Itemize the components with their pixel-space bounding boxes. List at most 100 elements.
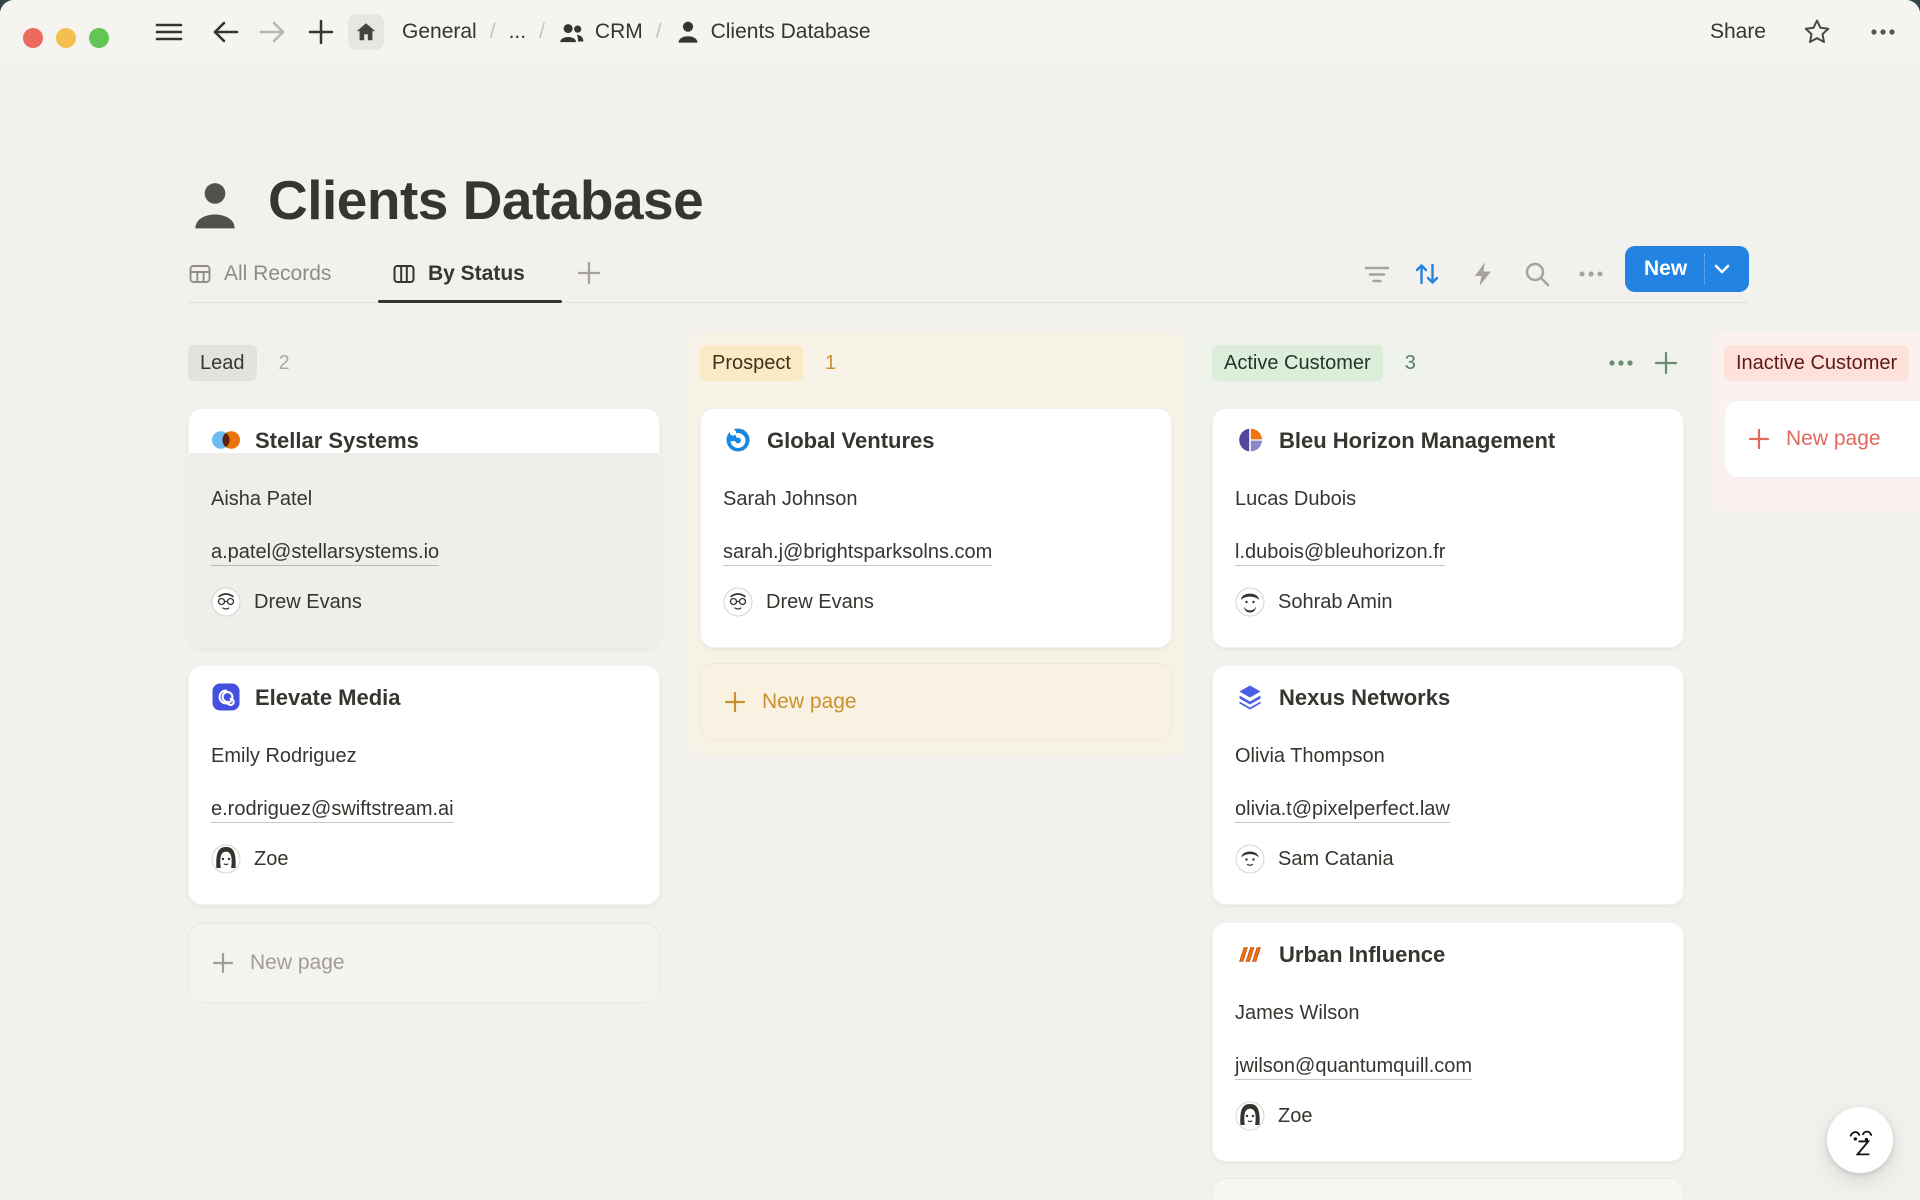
board-view-icon: [392, 262, 416, 286]
contact-name: Aisha Patel: [211, 488, 312, 511]
owner-name: Sam Catania: [1278, 848, 1394, 871]
status-badge-prospect[interactable]: Prospect: [700, 345, 803, 381]
maximize-window-button[interactable]: [89, 28, 109, 48]
column-options-icon[interactable]: [1604, 348, 1638, 378]
page-header: Clients Database: [188, 168, 703, 232]
column-header-active-customer[interactable]: Active Customer 3: [1212, 345, 1680, 381]
page-title: Clients Database: [268, 168, 703, 232]
new-page-button-active-customer[interactable]: [1212, 1178, 1684, 1200]
board-column-active-customer: Active Customer 3 Bleu Horizon Managemen: [1200, 332, 1696, 1200]
owner-row: Zoe: [211, 844, 288, 874]
contact-name: Emily Rodriguez: [211, 745, 357, 768]
company-logo-diagonal-stripes: [1235, 939, 1265, 969]
favorite-star-icon[interactable]: [1802, 17, 1832, 47]
status-badge-active-customer[interactable]: Active Customer: [1212, 345, 1383, 381]
share-button[interactable]: Share: [1710, 20, 1766, 44]
new-page-button-inactive-customer[interactable]: New page: [1724, 400, 1920, 478]
sort-icon[interactable]: [1412, 259, 1442, 289]
chevron-down-icon[interactable]: [1705, 246, 1739, 292]
column-header-prospect[interactable]: Prospect 1: [700, 345, 1168, 381]
tab-all-records[interactable]: All Records: [188, 246, 331, 302]
breadcrumb: General / ... / CRM /: [402, 0, 871, 64]
owner-row: Drew Evans: [723, 587, 874, 617]
column-count: 3: [1405, 352, 1416, 375]
breadcrumb-separator: /: [656, 20, 662, 44]
close-window-button[interactable]: [23, 28, 43, 48]
sidebar-menu-icon[interactable]: [154, 17, 184, 47]
card-global-ventures[interactable]: Global Ventures Sarah Johnson sarah.j@br…: [700, 408, 1172, 648]
forward-arrow-icon[interactable]: [258, 17, 288, 47]
status-badge-inactive-customer[interactable]: Inactive Customer: [1724, 345, 1909, 381]
filter-icon[interactable]: [1362, 259, 1392, 289]
card-nexus-networks[interactable]: Nexus Networks Olivia Thompson olivia.t@…: [1212, 665, 1684, 905]
avatar-drew-evans: [211, 587, 241, 617]
breadcrumb-item-page[interactable]: Clients Database: [711, 20, 871, 44]
view-options-icon[interactable]: [1576, 259, 1606, 289]
card-title: Elevate Media: [255, 685, 401, 711]
new-button-label: New: [1625, 257, 1687, 281]
person-icon: [675, 19, 701, 45]
contact-name: Olivia Thompson: [1235, 745, 1385, 768]
tab-label: All Records: [224, 262, 331, 286]
breadcrumb-item-ellipsis[interactable]: ...: [509, 20, 527, 44]
card-title: Bleu Horizon Management: [1279, 428, 1555, 454]
contact-name: Sarah Johnson: [723, 488, 858, 511]
automation-lightning-icon[interactable]: [1468, 259, 1498, 289]
email-link[interactable]: e.rodriguez@swiftstream.ai: [211, 798, 454, 823]
contact-name: James Wilson: [1235, 1002, 1359, 1025]
app-window: General / ... / CRM /: [0, 0, 1920, 1200]
card-elevate-media[interactable]: Elevate Media Emily Rodriguez e.rodrigue…: [188, 665, 660, 905]
breadcrumb-item-general[interactable]: General: [402, 20, 477, 44]
card-title: Global Ventures: [767, 428, 935, 454]
search-icon[interactable]: [1522, 259, 1552, 289]
email-link[interactable]: sarah.j@brightsparksolns.com: [723, 541, 992, 566]
email-link[interactable]: a.patel@stellarsystems.io: [211, 541, 439, 566]
avatar-zoe: [1235, 1101, 1265, 1131]
minimize-window-button[interactable]: [56, 28, 76, 48]
add-card-plus-icon[interactable]: [1652, 349, 1680, 377]
table-view-icon: [188, 262, 212, 286]
quirky-face-icon: [1837, 1117, 1883, 1163]
new-page-button-prospect[interactable]: New page: [700, 663, 1172, 741]
avatar-zoe: [211, 844, 241, 874]
email-link[interactable]: jwilson@quantumquill.com: [1235, 1055, 1472, 1080]
tab-label: By Status: [428, 262, 525, 286]
card-urban-influence[interactable]: Urban Influence James Wilson jwilson@qua…: [1212, 922, 1684, 1162]
company-logo-spiral-badge: [211, 682, 241, 712]
column-header-inactive-customer[interactable]: Inactive Customer: [1724, 345, 1920, 381]
status-badge-lead[interactable]: Lead: [188, 345, 257, 381]
new-page-button-lead[interactable]: New page: [188, 923, 660, 1003]
avatar-sam-catania: [1235, 844, 1265, 874]
page-person-icon: [188, 178, 242, 232]
owner-name: Drew Evans: [254, 591, 362, 614]
email-link[interactable]: olivia.t@pixelperfect.law: [1235, 798, 1450, 823]
plus-icon: [1747, 427, 1771, 451]
card-bleu-horizon-management[interactable]: Bleu Horizon Management Lucas Dubois l.d…: [1212, 408, 1684, 648]
new-page-label: New page: [1786, 427, 1881, 451]
home-button[interactable]: [348, 14, 384, 50]
window-titlebar: General / ... / CRM /: [0, 0, 1920, 64]
owner-name: Zoe: [254, 848, 288, 871]
board-column-prospect: Prospect 1 Global Ventures Sarah Johnson…: [688, 332, 1184, 756]
email-link[interactable]: l.dubois@bleuhorizon.fr: [1235, 541, 1445, 566]
tab-by-status[interactable]: By Status: [392, 246, 525, 302]
column-header-lead[interactable]: Lead 2: [188, 345, 656, 381]
add-view-plus-icon[interactable]: [576, 260, 602, 286]
card-stellar-systems[interactable]: Stellar Systems Aisha Patel a.patel@stel…: [188, 408, 660, 648]
owner-row: Sohrab Amin: [1235, 587, 1393, 617]
new-record-button[interactable]: New: [1625, 246, 1749, 292]
home-icon: [355, 21, 377, 43]
company-logo-overlapping-circles: [211, 425, 241, 455]
card-title: Urban Influence: [1279, 942, 1445, 968]
breadcrumb-separator: /: [490, 20, 496, 44]
new-tab-plus-icon[interactable]: [306, 17, 336, 47]
board-column-lead: Lead 2 Stellar Systems Aisha Patel a.pat…: [176, 332, 672, 1022]
more-options-icon[interactable]: [1868, 17, 1898, 47]
breadcrumb-item-crm[interactable]: CRM: [595, 20, 643, 44]
company-logo-swirl-circle: [723, 425, 753, 455]
owner-name: Drew Evans: [766, 591, 874, 614]
owner-row: Sam Catania: [1235, 844, 1394, 874]
notion-ai-face-button[interactable]: [1827, 1107, 1893, 1173]
owner-row: Drew Evans: [211, 587, 362, 617]
back-arrow-icon[interactable]: [210, 17, 240, 47]
